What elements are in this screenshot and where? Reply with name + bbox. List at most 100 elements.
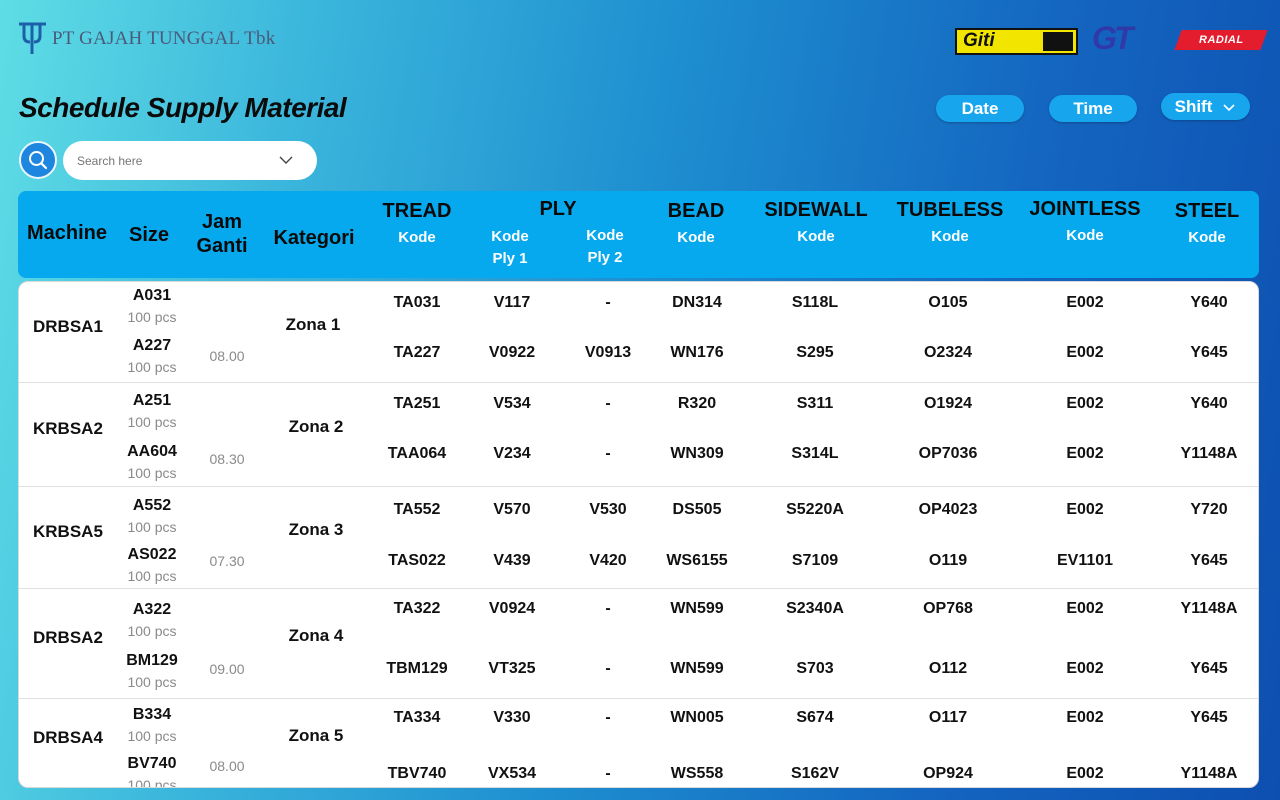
steel-code: Y1148A [1180,445,1238,462]
steel-code: Y645 [1190,660,1228,677]
bead-code: DN314 [672,294,722,311]
size-quantity: 100 pcs [127,414,177,430]
company-logo: PT GAJAH TUNGGAL Tbk [16,20,275,58]
col-sidewall-label: SIDEWALL [764,199,868,221]
bead-code: WN599 [670,660,724,677]
sidewall-code: S311 [796,395,834,412]
giti-emblem-icon [1043,31,1073,51]
jointless-code: E002 [1066,445,1104,462]
giti-logo: Giti [955,27,1078,55]
ply1-code: V0922 [488,344,536,361]
sidewall-code: S7109 [791,552,839,569]
size-code: BM129 [126,652,178,669]
col-tubeless-label: TUBELESS [896,199,1004,221]
sidewall-code: S295 [796,344,834,361]
ply1-code: V570 [493,501,531,518]
sidewall-code: S703 [796,660,834,677]
ply2-code: V420 [589,552,627,569]
ply2-code: - [605,600,611,617]
sidewall-code: S674 [796,709,834,726]
time-button[interactable]: Time [1049,95,1137,122]
col-machine: Machine [24,222,110,245]
search-chevron-down-icon[interactable] [278,153,294,167]
machine-name: DRBSA2 [33,628,103,647]
table-row[interactable]: KRBSA2 Zona 2 08.30 A251 100 pcs TA251 V534 - R3… [19,383,1258,487]
col-jointless: JOINTLESS Kode [1022,198,1148,247]
col-ply2-sub-b: Ply 2 [587,249,623,266]
bead-code: WS558 [670,765,724,782]
jam-ganti-time: 09.00 [209,661,245,677]
col-kategori: Kategori [264,227,364,250]
machine-name: KRBSA2 [33,419,103,438]
giti-logo-text: Giti [963,30,995,51]
search-button[interactable] [19,141,57,179]
sidewall-code: S118L [791,294,839,311]
tread-code: TBM129 [386,660,448,677]
steel-code: Y1148A [1180,765,1238,782]
bead-code: DS505 [672,501,722,518]
col-steel: STEEL Kode [1162,200,1252,249]
tubeless-code: OP768 [923,600,973,617]
size-quantity: 100 pcs [127,519,177,535]
col-sidewall-sub: Kode [797,228,835,245]
page-title: Schedule Supply Material [19,92,347,123]
tread-code: TA552 [393,501,441,518]
col-ply1-sub-a: Kode [491,228,529,245]
col-kategori-label: Kategori [273,227,355,249]
tread-code: TA334 [393,709,441,726]
date-button[interactable]: Date [936,95,1024,122]
tubeless-code: O112 [928,660,968,677]
table-row[interactable]: DRBSA1 Zona 1 08.00 A031 100 pcs TA031 V117 - DN… [19,282,1258,383]
jointless-code: EV1101 [1056,552,1114,569]
size-quantity: 100 pcs [127,623,177,639]
machine-name: DRBSA4 [33,728,103,747]
tread-code: TBV740 [387,765,447,782]
jointless-code: E002 [1066,294,1104,311]
col-ply1-sub-b: Ply 1 [492,250,528,267]
size-quantity: 100 pcs [127,359,177,375]
ply2-code: - [605,294,611,311]
gt-logo-text: GT [1092,20,1133,56]
col-size: Size [114,224,184,247]
ply2-code: - [605,395,611,412]
shift-label: Shift [1174,96,1213,116]
shift-dropdown[interactable]: Shift [1161,93,1250,120]
size-quantity: 100 pcs [127,728,177,744]
size-quantity: 100 pcs [127,568,177,584]
table-header: Machine Size Jam Ganti Kategori TREAD Ko… [18,191,1259,278]
gt-radial-logo: GT RADIAL [1092,20,1268,56]
bead-code: WN599 [670,600,724,617]
size-quantity: 100 pcs [127,674,177,690]
ply2-code: V0913 [584,344,632,361]
ply1-code: V439 [493,552,531,569]
col-tread-label: TREAD [382,200,452,222]
steel-code: Y645 [1190,709,1228,726]
ply2-code: - [605,445,611,462]
table-row[interactable]: KRBSA5 Zona 3 07.30 A552 100 pcs TA552 V570 V53… [19,487,1258,589]
col-ganti-label: Ganti [196,235,248,257]
table-row[interactable]: DRBSA2 Zona 4 09.00 A322 100 pcs TA322 V0924 - W… [19,589,1258,699]
size-code: B334 [132,706,172,723]
col-steel-sub: Kode [1188,229,1226,246]
table-row[interactable]: DRBSA4 Zona 5 08.00 B334 100 pcs TA334 V330 - WN… [19,699,1258,788]
col-steel-label: STEEL [1174,200,1240,222]
tread-code: TA251 [393,395,441,412]
col-bead: BEAD Kode [654,200,738,249]
jointless-code: E002 [1066,395,1104,412]
jam-ganti-time: 08.00 [209,758,245,774]
machine-name: DRBSA1 [33,317,103,336]
tubeless-code: OP924 [923,765,973,782]
brand-logos: Giti GT RADIAL [955,20,1268,56]
size-quantity: 100 pcs [127,777,177,788]
col-tubeless-sub: Kode [931,228,969,245]
tubeless-code: O1924 [923,395,973,412]
ply2-code: - [605,660,611,677]
table-body: DRBSA1 Zona 1 08.00 A031 100 pcs TA031 V117 - DN… [18,281,1259,788]
steel-code: Y720 [1190,501,1228,518]
steel-code: Y1148A [1180,600,1238,617]
steel-code: Y640 [1190,395,1228,412]
tubeless-code: O117 [928,709,968,726]
ply1-code: V234 [493,445,531,462]
search-icon [29,151,48,170]
tubeless-code: O2324 [923,344,973,361]
